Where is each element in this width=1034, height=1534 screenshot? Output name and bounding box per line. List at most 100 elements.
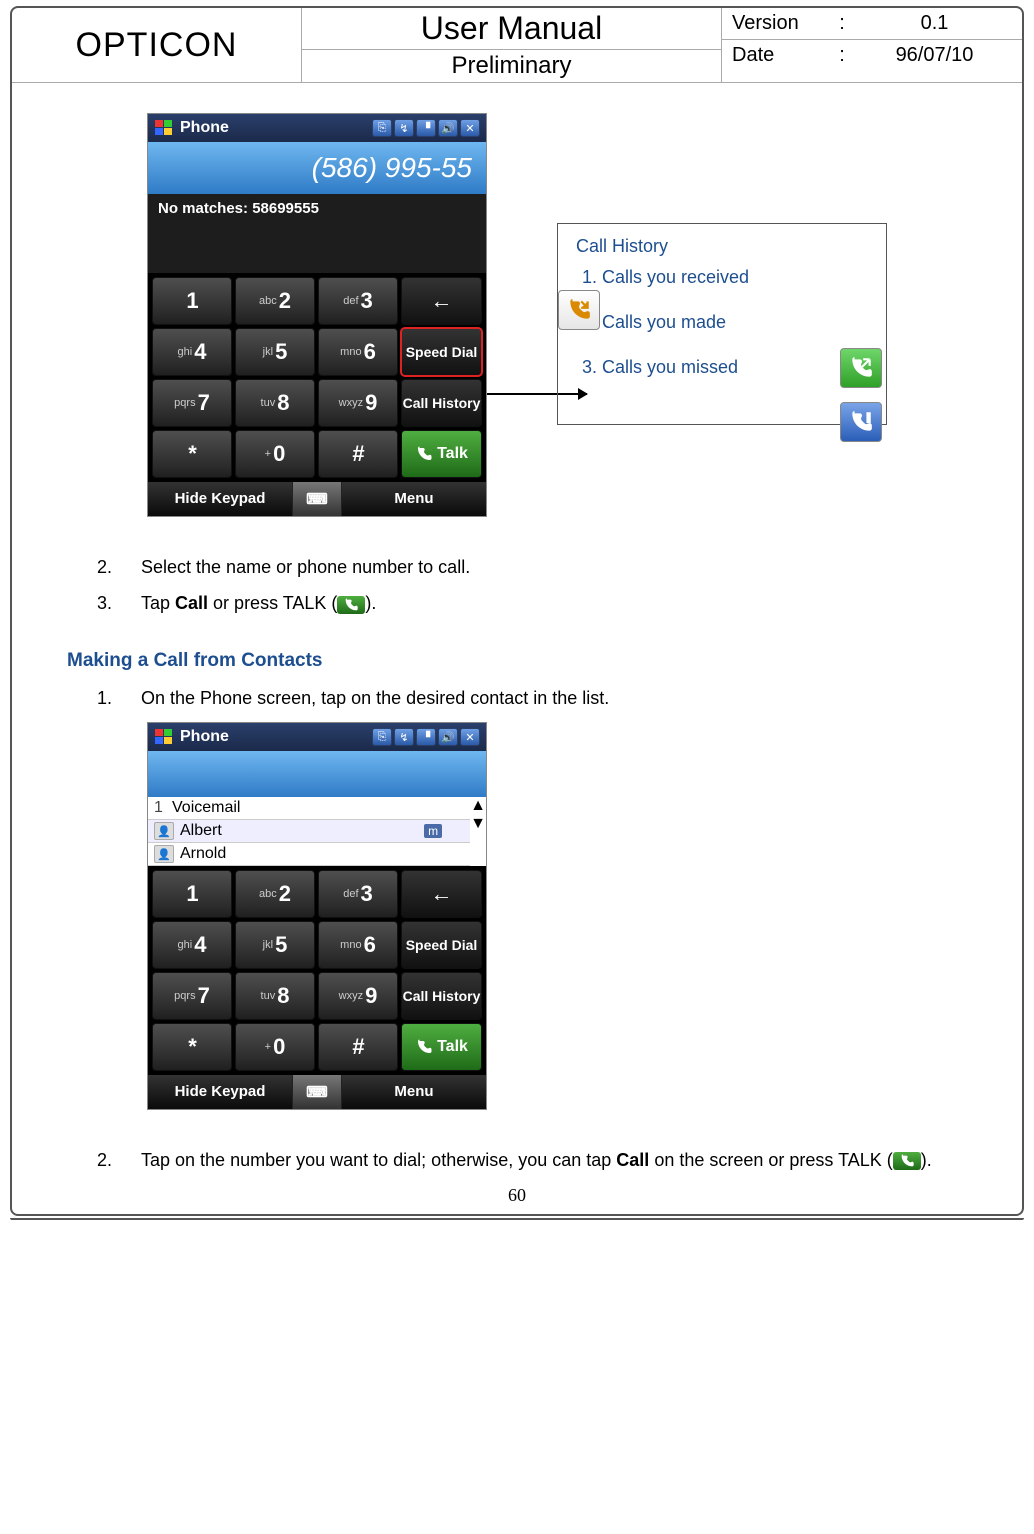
- softkey-hide-keypad[interactable]: Hide Keypad: [148, 1075, 292, 1109]
- contact-row-voicemail[interactable]: 1 Voicemail: [148, 797, 470, 820]
- section-header: Making a Call from Contacts: [67, 650, 967, 672]
- colon: :: [827, 12, 857, 35]
- scroll-down-icon[interactable]: ▼: [470, 815, 486, 833]
- contact-name: Voicemail: [172, 799, 240, 817]
- colon: :: [827, 44, 857, 67]
- key-1[interactable]: 1: [152, 870, 232, 918]
- windows-flag-icon[interactable]: [154, 118, 174, 138]
- close-icon[interactable]: ✕: [460, 728, 480, 746]
- doc-header: OPTICON User Manual Preliminary Version …: [12, 8, 1022, 83]
- key-talk[interactable]: Talk: [401, 1023, 482, 1071]
- key-3[interactable]: def3: [318, 277, 398, 325]
- key-9[interactable]: wxyz9: [318, 379, 398, 427]
- key-9[interactable]: wxyz9: [318, 972, 398, 1020]
- dialed-number: (586) 995-55: [148, 142, 486, 194]
- signal-icon[interactable]: ▝: [416, 728, 436, 746]
- contact-row-arnold[interactable]: 👤 Arnold: [148, 843, 470, 866]
- softkey-menu[interactable]: Menu: [342, 482, 486, 516]
- key-speed-dial[interactable]: Speed Dial: [401, 921, 482, 969]
- key-5[interactable]: jkl5: [235, 921, 315, 969]
- step-num: 3.: [97, 587, 141, 619]
- callout-title: Call History: [576, 236, 868, 257]
- key-5[interactable]: jkl5: [235, 328, 315, 376]
- page-number: 60: [67, 1185, 967, 1206]
- volume-icon[interactable]: 🔊: [438, 728, 458, 746]
- volume-icon[interactable]: 🔊: [438, 119, 458, 137]
- softkey-keyboard-icon[interactable]: ⌨: [292, 482, 342, 516]
- contact-type-badge: m: [424, 824, 442, 838]
- softkey-keyboard-icon[interactable]: ⌨: [292, 1075, 342, 1109]
- step-num: 1.: [97, 682, 141, 714]
- sync-icon[interactable]: ↯: [394, 728, 414, 746]
- scrollbar[interactable]: ▲ ▼: [470, 797, 486, 866]
- key-hash[interactable]: #: [318, 1023, 398, 1071]
- key-hash[interactable]: #: [318, 430, 398, 478]
- received-call-icon: [558, 290, 600, 330]
- contact-name: Arnold: [180, 845, 226, 863]
- doc-title: User Manual: [302, 8, 721, 50]
- version-value: 0.1: [857, 12, 1012, 35]
- step-text: Tap on the number you want to dial; othe…: [141, 1144, 967, 1176]
- key-7[interactable]: pqrs7: [152, 379, 232, 427]
- softkey-menu[interactable]: Menu: [342, 1075, 486, 1109]
- steps-block-b: 1. On the Phone screen, tap on the desir…: [97, 682, 967, 714]
- key-call-history[interactable]: Call History: [401, 972, 482, 1020]
- steps-block-c: 2. Tap on the number you want to dial; o…: [97, 1144, 967, 1176]
- key-1[interactable]: 1: [152, 277, 232, 325]
- key-3[interactable]: def3: [318, 870, 398, 918]
- keypad: 1 abc2 def3 ← ghi4 jkl5 mno6 Speed Dial …: [148, 273, 486, 482]
- missed-call-icon: [840, 402, 882, 442]
- key-7[interactable]: pqrs7: [152, 972, 232, 1020]
- key-talk[interactable]: Talk: [401, 430, 482, 478]
- key-6[interactable]: mno6: [318, 921, 398, 969]
- no-match-label: No matches: 58699555: [148, 194, 486, 223]
- key-2[interactable]: abc2: [235, 870, 315, 918]
- status-icon[interactable]: ⎘: [372, 728, 392, 746]
- key-8[interactable]: tuv8: [235, 379, 315, 427]
- contact-card-icon: 👤: [154, 845, 174, 863]
- step-text: Select the name or phone number to call.: [141, 551, 967, 583]
- sync-icon[interactable]: ↯: [394, 119, 414, 137]
- step-text: On the Phone screen, tap on the desired …: [141, 682, 967, 714]
- date-label: Date: [732, 44, 827, 67]
- callout-item-missed: Calls you missed: [602, 357, 868, 378]
- speed-dial-index: 1: [154, 799, 172, 817]
- key-4[interactable]: ghi4: [152, 328, 232, 376]
- key-4[interactable]: ghi4: [152, 921, 232, 969]
- key-8[interactable]: tuv8: [235, 972, 315, 1020]
- steps-block-a: 2. Select the name or phone number to ca…: [97, 551, 967, 620]
- step-text: Tap Call or press TALK ().: [141, 587, 967, 619]
- made-call-icon: [840, 348, 882, 388]
- key-star[interactable]: *: [152, 1023, 232, 1071]
- talk-button-inline-icon: [337, 596, 365, 614]
- date-value: 96/07/10: [857, 44, 1012, 67]
- key-backspace[interactable]: ←: [401, 277, 482, 325]
- close-icon[interactable]: ✕: [460, 119, 480, 137]
- keypad: 1 abc2 def3 ← ghi4 jkl5 mno6 Speed Dial …: [148, 866, 486, 1075]
- status-icon[interactable]: ⎘: [372, 119, 392, 137]
- phone-screenshot-2: Phone ⎘ ↯ ▝ 🔊 ✕ 1 Voicemail 👤 Albert: [147, 722, 487, 1110]
- titlebar-text: Phone: [180, 119, 370, 137]
- key-6[interactable]: mno6: [318, 328, 398, 376]
- contact-card-icon: 👤: [154, 822, 174, 840]
- key-speed-dial[interactable]: Speed Dial: [401, 328, 482, 376]
- call-history-callout: Call History Calls you received Calls yo…: [557, 223, 887, 425]
- doc-subtitle: Preliminary: [302, 50, 721, 82]
- key-backspace[interactable]: ←: [401, 870, 482, 918]
- titlebar-text: Phone: [180, 728, 370, 746]
- phone-screenshot-1: Phone ⎘ ↯ ▝ 🔊 ✕ (586) 995-55 No matches:…: [147, 113, 487, 517]
- softkey-hide-keypad[interactable]: Hide Keypad: [148, 482, 292, 516]
- key-0[interactable]: +0: [235, 1023, 315, 1071]
- number-display-empty: [148, 751, 486, 797]
- contact-row-albert[interactable]: 👤 Albert m: [148, 820, 470, 843]
- signal-icon[interactable]: ▝: [416, 119, 436, 137]
- key-call-history[interactable]: Call History: [401, 379, 482, 427]
- key-star[interactable]: *: [152, 430, 232, 478]
- scroll-up-icon[interactable]: ▲: [470, 797, 486, 815]
- key-0[interactable]: +0: [235, 430, 315, 478]
- windows-flag-icon[interactable]: [154, 727, 174, 747]
- key-2[interactable]: abc2: [235, 277, 315, 325]
- bottom-rule: [10, 1218, 1024, 1220]
- callout-item-received: Calls you received: [602, 267, 868, 288]
- step-num: 2.: [97, 1144, 141, 1176]
